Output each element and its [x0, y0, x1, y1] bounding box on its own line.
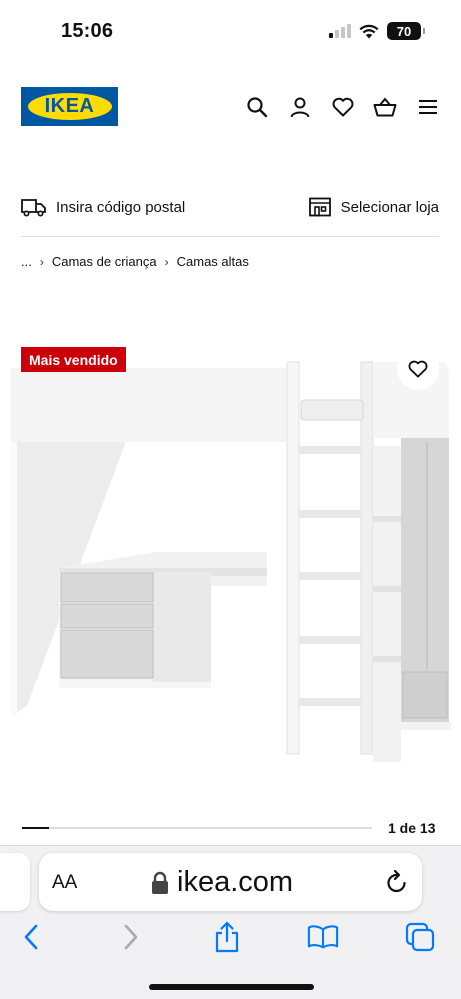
- status-bar: 15:06 70: [0, 0, 461, 60]
- postal-code-button[interactable]: Insira código postal: [21, 198, 185, 217]
- status-icons: 70: [329, 22, 425, 40]
- back-button[interactable]: [15, 921, 47, 953]
- reload-button[interactable]: [386, 869, 408, 899]
- book-icon: [307, 925, 339, 949]
- home-indicator: [149, 984, 314, 990]
- delivery-row: Insira código postal Selecionar loja: [21, 192, 439, 222]
- store-icon: [308, 197, 331, 217]
- battery-indicator: 70: [387, 22, 425, 40]
- chevron-left-icon: [24, 924, 38, 950]
- best-seller-badge: Mais vendido: [21, 347, 126, 372]
- lock-icon: [152, 871, 168, 894]
- tabs-button[interactable]: [404, 921, 436, 953]
- heart-icon[interactable]: [330, 94, 356, 120]
- status-time: 15:06: [61, 20, 114, 42]
- carousel-progress-fill: [22, 827, 49, 829]
- url-display[interactable]: ikea.com: [151, 866, 293, 899]
- text-size-label: AA: [52, 872, 78, 893]
- wifi-icon: [359, 24, 379, 38]
- breadcrumb-item-camas-altas[interactable]: Camas altas: [177, 254, 249, 269]
- basket-icon[interactable]: [372, 94, 398, 120]
- truck-icon: [21, 198, 46, 217]
- share-icon: [215, 921, 239, 953]
- breadcrumb-item-camas-de-crianca[interactable]: Camas de criança: [52, 254, 157, 269]
- carousel-progress-bar[interactable]: [22, 827, 372, 829]
- add-to-favourites-button[interactable]: [397, 348, 439, 390]
- select-store-label: Selecionar loja: [340, 198, 439, 216]
- reload-icon: [387, 869, 406, 893]
- select-store-button[interactable]: Selecionar loja: [308, 197, 439, 217]
- share-button[interactable]: [211, 921, 243, 953]
- postal-code-label: Insira código postal: [56, 198, 186, 216]
- forward-button[interactable]: [115, 921, 147, 953]
- breadcrumb: ... › Camas de criança › Camas altas: [21, 254, 249, 269]
- search-icon[interactable]: [244, 94, 270, 120]
- user-icon[interactable]: [287, 94, 313, 120]
- tabs-icon: [405, 922, 435, 952]
- logo-text: IKEA: [44, 95, 95, 117]
- chevron-right-icon: ›: [164, 254, 169, 269]
- chevron-right-icon: ›: [39, 254, 44, 269]
- product-image[interactable]: [11, 346, 451, 786]
- menu-icon[interactable]: [415, 94, 441, 120]
- breadcrumb-ellipsis[interactable]: ...: [21, 254, 32, 269]
- chevron-right-icon: [124, 924, 138, 950]
- cellular-signal-icon: [329, 24, 351, 38]
- site-header: IKEA: [0, 80, 461, 134]
- heart-icon: [408, 360, 428, 378]
- bookmarks-button[interactable]: [307, 921, 339, 953]
- slide-counter: 1 de 13: [388, 820, 436, 836]
- logo-oval: IKEA: [27, 93, 112, 120]
- ikea-logo[interactable]: IKEA: [21, 87, 118, 126]
- text-size-button[interactable]: AA: [52, 872, 77, 894]
- divider: [21, 236, 439, 237]
- address-bar[interactable]: AA ikea.com: [39, 853, 422, 911]
- url-text: ikea.com: [177, 866, 294, 898]
- previous-tab-preview[interactable]: [0, 853, 30, 911]
